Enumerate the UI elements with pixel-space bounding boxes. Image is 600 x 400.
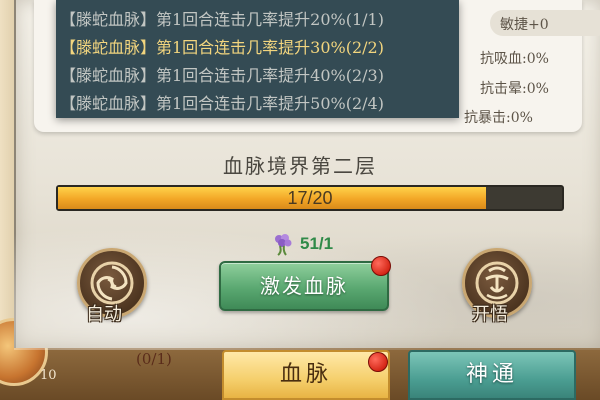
- bloodline-tooltip: 【滕蛇血脉】第1回合连击几率提升20%(1/1) 【滕蛇血脉】第1回合连击几率提…: [56, 0, 459, 118]
- tab-divine-power[interactable]: 神通: [408, 350, 576, 400]
- activate-label: 激发血脉: [260, 274, 348, 298]
- cost-text: 51/1: [300, 234, 334, 253]
- game-screen: (0/1) 10 敏捷+0 抗吸血:0% 抗击晕:0% 抗暴击:0% 【滕蛇血脉…: [0, 0, 600, 400]
- auto-label: 自动: [86, 304, 122, 325]
- progress-text: 17/20: [287, 188, 333, 208]
- progress-bar: 17/20: [56, 185, 564, 211]
- tooltip-line: 【滕蛇血脉】第1回合连击几率提升50%(2/4): [60, 94, 384, 113]
- tab-bloodline-badge: [368, 352, 388, 372]
- herb-icon: [275, 234, 292, 256]
- realm-title: 血脉境界第二层: [223, 154, 377, 178]
- tab-divine-power-label: 神通: [465, 362, 518, 387]
- activate-bloodline-button[interactable]: 激发血脉: [219, 261, 389, 311]
- tooltip-line: 【滕蛇血脉】第1回合连击几率提升40%(2/3): [60, 66, 384, 85]
- enlighten-label: 开悟: [472, 304, 508, 325]
- activate-badge: [371, 256, 391, 276]
- background-number: 10: [40, 368, 57, 383]
- tab-bloodline-label: 血脉: [279, 362, 332, 387]
- tab-bloodline[interactable]: 血脉: [222, 350, 390, 400]
- stat-anti-lifesteal: 抗吸血:0%: [480, 51, 549, 67]
- tooltip-line: 【滕蛇血脉】第1回合连击几率提升30%(2/2): [60, 38, 384, 57]
- tooltip-line: 【滕蛇血脉】第1回合连击几率提升20%(1/1): [60, 10, 384, 29]
- background-counter: (0/1): [136, 350, 172, 368]
- stat-agility: 敏捷+0: [500, 17, 549, 33]
- stat-anti-crit: 抗暴击:0%: [464, 110, 533, 126]
- stat-anti-stun: 抗击晕:0%: [480, 81, 549, 97]
